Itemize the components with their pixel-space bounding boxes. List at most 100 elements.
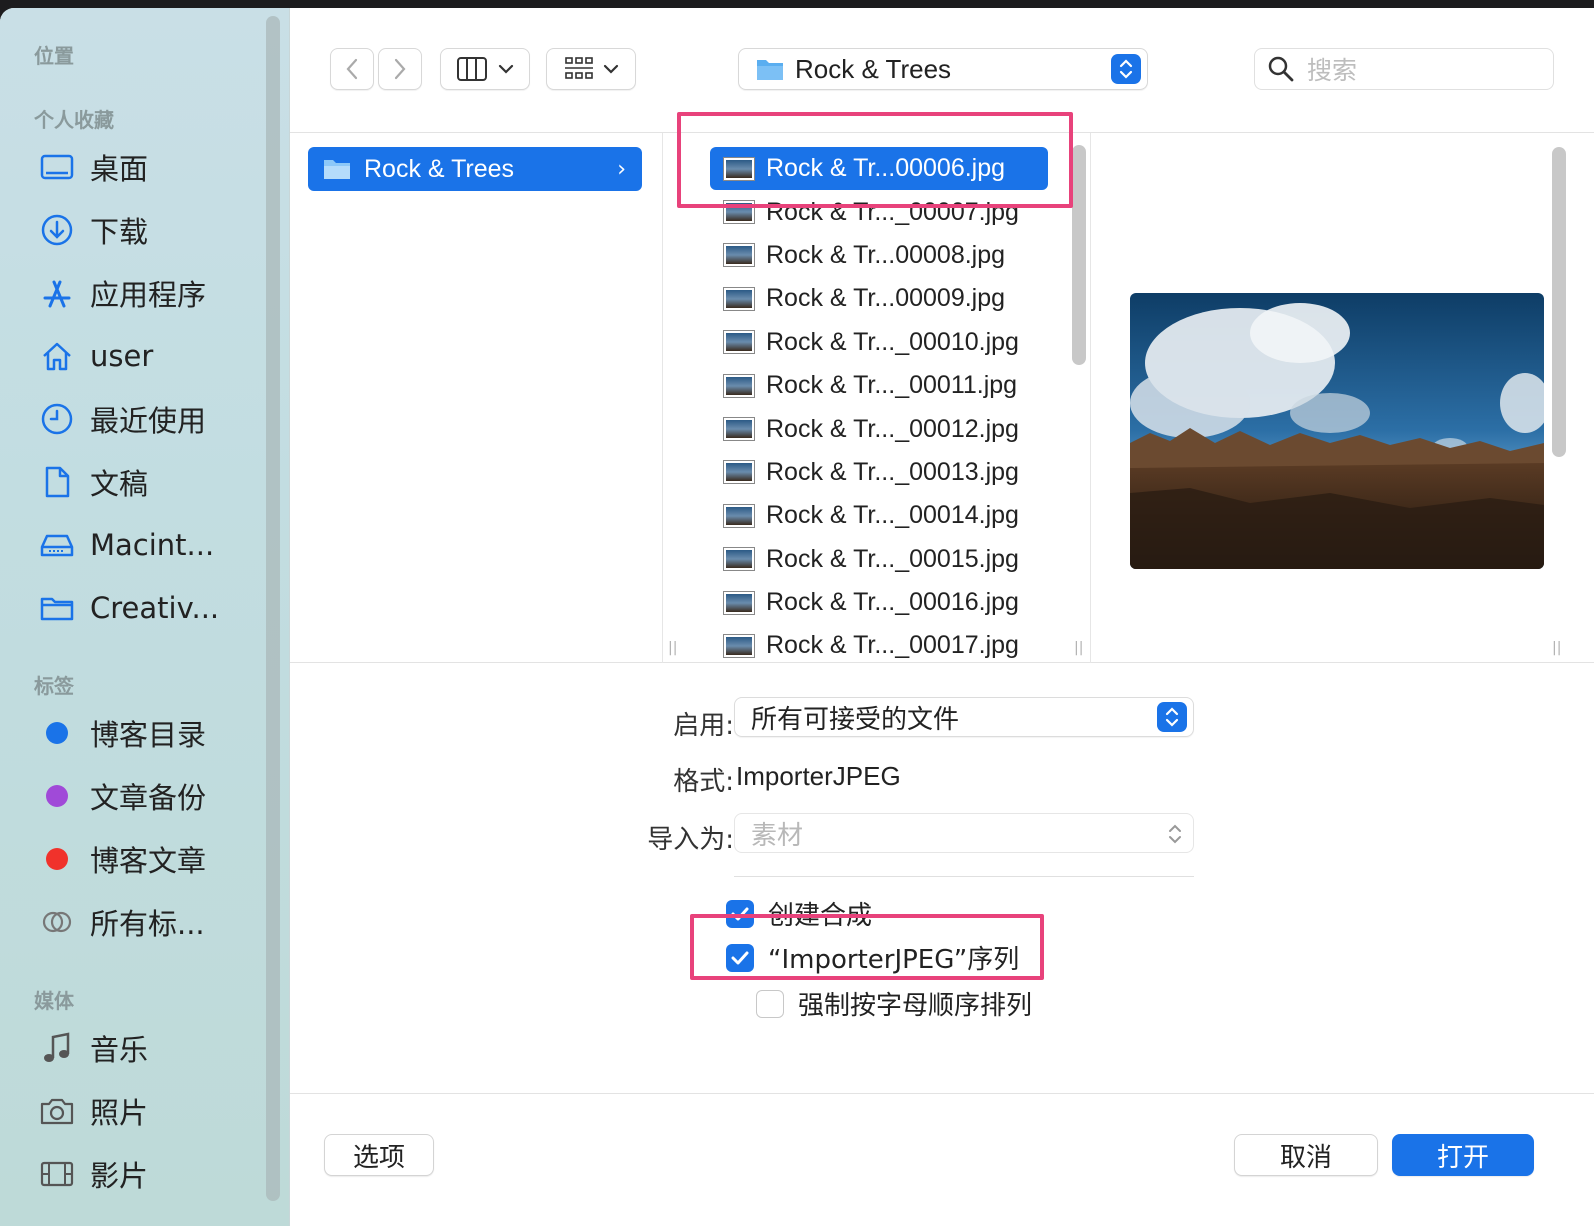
file-row[interactable]: Rock & Tr..._00011.jpg (710, 364, 1048, 407)
file-name: Rock & Tr...00009.jpg (766, 284, 1006, 313)
tag-dot-icon (46, 722, 68, 744)
image-preview (1130, 293, 1544, 569)
column-resize-handle[interactable]: || (1074, 640, 1083, 656)
sidebar-tag-article-backup[interactable]: 文章备份 (38, 771, 258, 821)
enable-popup[interactable]: 所有可接受的文件 (734, 697, 1194, 737)
file-list-scrollbar[interactable] (1072, 145, 1086, 365)
options-button[interactable]: 选项 (324, 1134, 434, 1176)
file-row[interactable]: Rock & Tr..._00014.jpg (710, 494, 1048, 537)
image-file-icon (724, 374, 754, 397)
section-tags: 标签 (34, 674, 74, 698)
file-list: Rock & Tr...00006.jpg Rock & Tr..._00007.… (710, 147, 1048, 668)
force-alphabetical-checkbox[interactable]: 强制按字母顺序排列 (756, 985, 1032, 1022)
image-file-icon (724, 634, 754, 657)
column1-selected-folder[interactable]: Rock & Trees › (308, 147, 642, 191)
home-icon (38, 337, 76, 375)
clock-icon (38, 400, 76, 438)
grid-icon (565, 57, 593, 79)
file-row[interactable]: Rock & Tr..._00010.jpg (710, 321, 1048, 364)
cancel-button[interactable]: 取消 (1234, 1134, 1378, 1176)
image-file-icon (724, 461, 754, 484)
column-resize-handle[interactable]: || (668, 640, 677, 656)
preview-scrollbar[interactable] (1552, 147, 1566, 457)
updown-chevron-icon (1167, 822, 1183, 852)
view-mode-button[interactable] (440, 48, 530, 90)
sidebar-item-documents[interactable]: 文稿 (38, 457, 258, 507)
search-field[interactable]: 搜索 (1254, 48, 1554, 90)
image-file-icon (724, 331, 754, 354)
sidebar-tag-all-tags[interactable]: 所有标... (38, 897, 258, 947)
sidebar-item-label: 应用程序 (90, 278, 207, 312)
desktop-icon (38, 148, 76, 186)
section-favorites: 个人收藏 (34, 108, 114, 132)
sidebar-item-movies[interactable]: 影片 (38, 1149, 258, 1199)
enable-label: 启用: (673, 711, 734, 741)
file-row[interactable]: Rock & Tr..._00015.jpg (710, 538, 1048, 581)
image-file-icon (724, 504, 754, 527)
sidebar-item-desktop[interactable]: 桌面 (38, 142, 258, 192)
path-popup[interactable]: Rock & Trees (738, 48, 1148, 90)
file-row[interactable]: Rock & Tr..._00013.jpg (710, 451, 1048, 494)
file-name: Rock & Tr..._00014.jpg (766, 501, 1019, 530)
folder-label: Rock & Trees (364, 154, 515, 183)
open-file-dialog: 位置 个人收藏 桌面 下载 应用程序 user 最近使用 文稿 Macint..… (0, 8, 1594, 1226)
checkbox-empty-icon (756, 989, 784, 1018)
import-options: 启用: 所有可接受的文件 格式: ImporterJPEG 导入为: 素材 创建… (290, 663, 1594, 1093)
chevron-down-icon (498, 64, 514, 74)
columns-view-icon (457, 57, 487, 81)
file-row[interactable]: Rock & Tr...00006.jpg (710, 147, 1048, 191)
folder-icon (38, 589, 76, 627)
image-file-icon (724, 244, 754, 267)
column-divider (662, 133, 663, 663)
sidebar-item-photos[interactable]: 照片 (38, 1086, 258, 1136)
camera-icon (38, 1092, 76, 1130)
all-tags-icon (38, 903, 76, 941)
sidebar-item-creative-cloud[interactable]: Creativ... (38, 583, 258, 633)
sequence-checkbox[interactable]: “ImporterJPEG”序列 (726, 939, 1019, 976)
file-row[interactable]: Rock & Tr...00008.jpg (710, 234, 1048, 277)
column-resize-handle[interactable]: || (1552, 640, 1561, 656)
file-name: Rock & Tr..._00007.jpg (766, 197, 1019, 226)
sidebar-item-recents[interactable]: 最近使用 (38, 394, 258, 444)
sidebar-item-user[interactable]: user (38, 331, 258, 381)
search-placeholder: 搜索 (1307, 56, 1358, 85)
sidebar-tag-blog-articles[interactable]: 博客文章 (38, 834, 258, 884)
sidebar-item-music[interactable]: 音乐 (38, 1023, 258, 1073)
sidebar-item-label: 音乐 (90, 1033, 149, 1067)
back-button[interactable] (330, 48, 374, 90)
sidebar-item-label: Creativ... (90, 591, 220, 625)
enable-value: 所有可接受的文件 (751, 704, 960, 735)
group-by-button[interactable] (546, 48, 636, 90)
image-file-icon (724, 418, 754, 441)
section-locations: 位置 (34, 44, 74, 68)
create-comp-checkbox[interactable]: 创建合成 (726, 895, 872, 932)
file-row[interactable]: Rock & Tr..._00016.jpg (710, 581, 1048, 624)
file-name: Rock & Tr..._00013.jpg (766, 457, 1019, 486)
sidebar-item-applications[interactable]: 应用程序 (38, 268, 258, 318)
sidebar: 位置 个人收藏 桌面 下载 应用程序 user 最近使用 文稿 Macint..… (0, 8, 290, 1226)
folder-icon (757, 60, 783, 80)
updown-chevron-icon (1157, 702, 1187, 732)
forward-button[interactable] (378, 48, 422, 90)
file-name: Rock & Tr..._00016.jpg (766, 588, 1019, 617)
sidebar-item-label: 博客目录 (90, 718, 207, 752)
sidebar-item-label: user (90, 339, 154, 373)
sidebar-item-label: 博客文章 (90, 844, 207, 878)
open-button[interactable]: 打开 (1392, 1134, 1534, 1176)
image-file-icon (724, 591, 754, 614)
sidebar-item-label: Macint... (90, 528, 215, 562)
file-name: Rock & Tr..._00015.jpg (766, 544, 1019, 573)
chevron-right-icon (394, 58, 406, 80)
sidebar-item-macintosh-hd[interactable]: Macint... (38, 520, 258, 570)
file-row[interactable]: Rock & Tr..._00007.jpg (710, 190, 1048, 233)
sidebar-item-downloads[interactable]: 下载 (38, 205, 258, 255)
sidebar-item-label: 桌面 (90, 152, 149, 186)
file-row[interactable]: Rock & Tr..._00017.jpg (710, 624, 1048, 667)
file-row[interactable]: Rock & Tr..._00012.jpg (710, 407, 1048, 450)
format-value: ImporterJPEG (736, 761, 901, 791)
sidebar-item-label: 文稿 (90, 467, 149, 501)
column-divider (1090, 133, 1091, 663)
sidebar-scrollbar[interactable] (266, 16, 280, 1201)
sidebar-tag-blog-index[interactable]: 博客目录 (38, 708, 258, 758)
file-row[interactable]: Rock & Tr...00009.jpg (710, 277, 1048, 320)
